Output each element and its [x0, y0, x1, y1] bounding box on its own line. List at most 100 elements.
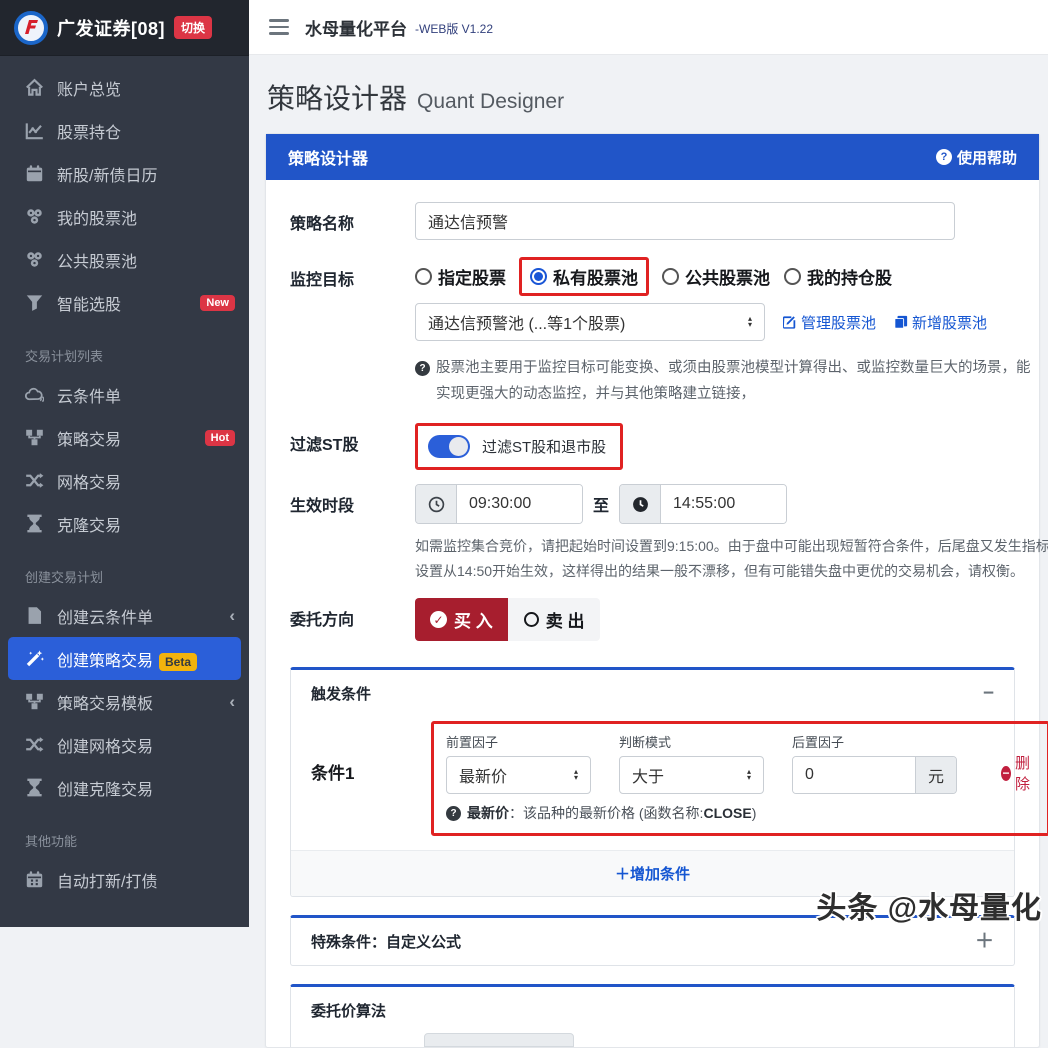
page-title-zh: 策略设计器	[267, 77, 407, 117]
direction-row: 委托方向 ✓ 买 入 卖 出	[290, 598, 1015, 641]
time-range-controls: 至	[415, 484, 1048, 524]
sidebar-item-strategy-templates[interactable]: 策略交易模板 ‹	[0, 680, 249, 723]
calendar-icon	[25, 870, 44, 889]
sidebar-item-create-grid-trade[interactable]: 创建网格交易	[0, 723, 249, 766]
minus-circle-icon: −	[1001, 766, 1011, 781]
check-circle-icon: ✓	[430, 611, 447, 628]
shuffle-icon	[25, 735, 44, 754]
sidebar-item-smart-stock-picker[interactable]: 智能选股 New	[0, 281, 249, 324]
chart-icon	[25, 121, 44, 140]
annotation-st-toggle: 过滤ST股和退市股	[415, 423, 623, 470]
radio-selected-icon	[530, 268, 547, 285]
sidebar-item-cloud-orders[interactable]: 云条件单	[0, 373, 249, 416]
monitor-target-options: 指定股票 私有股票池 公共股票池	[415, 258, 1040, 289]
radio-public-pool[interactable]: 公共股票池	[662, 264, 770, 289]
monitor-target-row: 监控目标 指定股票 私有股票池	[290, 258, 1015, 407]
gf-securities-logo	[14, 11, 48, 45]
file-icon	[25, 606, 44, 625]
sidebar-item-label: 智能选股	[57, 291, 187, 315]
new-file-icon	[894, 315, 908, 329]
sidebar-item-label: 策略交易模板	[57, 690, 216, 714]
factor-select[interactable]: 最新价 ▴▾	[446, 756, 591, 794]
main-area: 水母量化平台 -WEB版 V1.22 策略设计器 Quant Designer …	[249, 0, 1048, 927]
operand-input[interactable]	[793, 757, 915, 793]
sidebar-item-ipo-calendar[interactable]: 新股/新债日历	[0, 152, 249, 195]
clock-outline-icon	[416, 485, 457, 523]
sitemap-icon	[25, 692, 44, 711]
radio-icon	[662, 268, 679, 285]
topbar: 水母量化平台 -WEB版 V1.22	[249, 0, 1048, 55]
add-condition-button[interactable]: ＋增加条件	[615, 866, 690, 883]
strategy-name-input[interactable]	[415, 202, 955, 240]
sidebar-section-other: 其他功能	[0, 809, 249, 858]
radio-specified-stocks[interactable]: 指定股票	[415, 264, 506, 289]
shuffle-icon	[25, 471, 44, 490]
direction-label: 委托方向	[290, 598, 415, 641]
hamburger-menu-icon[interactable]	[269, 19, 289, 35]
condition-1-label: 条件1	[311, 721, 431, 836]
sidebar-item-grid-trading[interactable]: 网格交易	[0, 459, 249, 502]
sidebar-item-clone-trading[interactable]: 克隆交易	[0, 502, 249, 545]
edit-square-icon	[783, 315, 797, 329]
select-arrows-icon: ▴▾	[574, 769, 578, 781]
sidebar-item-label: 克隆交易	[57, 512, 235, 536]
usage-help-button[interactable]: ? 使用帮助	[936, 147, 1017, 168]
trigger-panel-title: 触发条件	[311, 683, 371, 704]
home-icon	[25, 78, 44, 97]
sidebar-section-trade-plans: 交易计划列表	[0, 324, 249, 373]
sidebar-item-label: 我的股票池	[57, 205, 235, 229]
select-arrows-icon: ▴▾	[748, 316, 752, 328]
sidebar-item-label: 公共股票池	[57, 248, 235, 272]
time-range-label: 生效时段	[290, 484, 415, 584]
sidebar-item-stock-positions[interactable]: 股票持仓	[0, 109, 249, 152]
sell-button[interactable]: 卖 出	[508, 598, 601, 641]
buy-button[interactable]: ✓ 买 入	[415, 598, 508, 641]
new-badge: New	[200, 295, 235, 311]
question-circle-icon: ?	[446, 806, 461, 821]
condition-1-controls: 前置因子 最新价 ▴▾ 判断模式 大于	[446, 732, 1035, 794]
add-pool-link[interactable]: 新增股票池	[894, 312, 987, 333]
delete-condition-button[interactable]: − 删除	[1001, 752, 1035, 794]
sidebar-item-public-stock-pool[interactable]: 公共股票池	[0, 238, 249, 281]
unit-addon: 元	[915, 757, 956, 793]
radio-private-pool[interactable]: 私有股票池	[530, 264, 638, 289]
beta-badge: Beta	[159, 653, 197, 671]
st-toggle-label: 过滤ST股和退市股	[482, 436, 606, 457]
radio-my-holdings[interactable]: 我的持仓股	[784, 264, 892, 289]
factor-help-text: ? 最新价：该品种的最新价格 (函数名称:CLOSE)	[446, 803, 1035, 823]
collapse-minus-icon[interactable]: −	[983, 687, 994, 701]
end-time-input[interactable]	[661, 485, 786, 523]
expand-plus-icon[interactable]: ＋	[975, 935, 994, 949]
radio-icon	[784, 268, 801, 285]
mode-select[interactable]: 大于 ▴▾	[619, 756, 764, 794]
page-title: 策略设计器 Quant Designer	[267, 77, 1024, 117]
sidebar-item-strategy-trading[interactable]: 策略交易 Hot	[0, 416, 249, 459]
chevron-left-icon: ‹	[229, 606, 235, 626]
switch-account-button[interactable]: 切换	[174, 16, 212, 39]
manage-pool-link[interactable]: 管理股票池	[783, 312, 876, 333]
broker-name: 广发证券[08]	[57, 15, 165, 41]
pool-icon	[25, 207, 44, 226]
sidebar-item-create-cloud-order[interactable]: 创建云条件单 ‹	[0, 594, 249, 637]
radio-icon	[415, 268, 432, 285]
to-label: 至	[593, 492, 609, 516]
stock-pool-select[interactable]: 通达信预警池 (...等1个股票) ▴▾	[415, 303, 765, 341]
hourglass-icon	[25, 514, 44, 533]
card-header: 策略设计器 ? 使用帮助	[266, 134, 1039, 180]
sidebar-item-auto-ipo[interactable]: 自动打新/打债	[0, 858, 249, 901]
start-time-input[interactable]	[457, 485, 582, 523]
sidebar-item-create-clone-trade[interactable]: 创建克隆交易	[0, 766, 249, 809]
sidebar-item-label: 网格交易	[57, 469, 235, 493]
monitor-target-label: 监控目标	[290, 258, 415, 407]
price-algo-select-partial[interactable]	[424, 1033, 574, 1047]
sidebar-item-create-strategy-trade[interactable]: 创建策略交易Beta	[8, 637, 241, 680]
calendar-icon	[25, 164, 44, 183]
st-filter-toggle[interactable]	[428, 435, 470, 458]
app-version: -WEB版 V1.22	[415, 17, 493, 37]
sidebar-item-my-stock-pool[interactable]: 我的股票池	[0, 195, 249, 238]
sidebar-item-account-overview[interactable]: 账户总览	[0, 66, 249, 109]
special-condition-title: 特殊条件：自定义公式	[311, 931, 461, 952]
sidebar-item-label: 创建网格交易	[57, 733, 235, 757]
sidebar-item-label: 创建云条件单	[57, 604, 216, 628]
sidebar-item-label: 新股/新债日历	[57, 162, 235, 186]
